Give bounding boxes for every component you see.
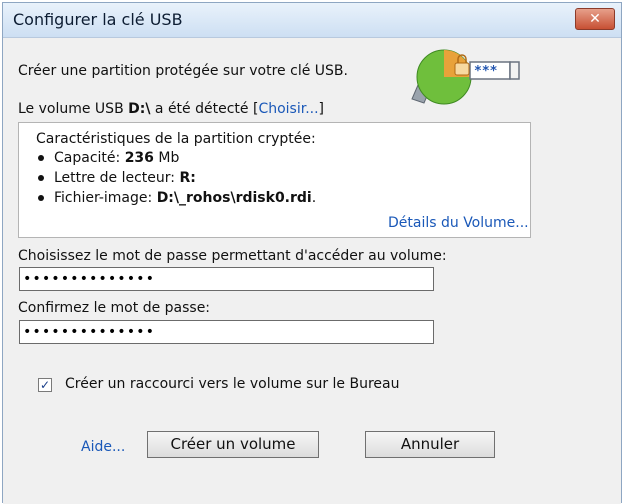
image-file-path: D:\_rohos\rdisk0.rdi bbox=[156, 190, 312, 206]
volume-details-link[interactable]: Détails du Volume... bbox=[388, 215, 529, 231]
drive-letter: D:\ bbox=[128, 101, 151, 117]
image-file-item: Fichier-image: D:\_rohos\rdisk0.rdi. bbox=[38, 190, 316, 206]
help-link[interactable]: Aide... bbox=[81, 439, 125, 455]
password-input[interactable]: •••••••••••••• bbox=[19, 267, 434, 291]
detected-volume-text: Le volume USB D:\ a été détecté [Choisir… bbox=[18, 101, 325, 117]
confirm-password-label: Confirmez le mot de passe: bbox=[18, 300, 211, 316]
password-stars: *** bbox=[474, 64, 498, 79]
drive-letter-value: R: bbox=[179, 170, 196, 186]
title-bar: Configurer la clé USB ✕ bbox=[3, 3, 621, 38]
intro-text: Créer une partition protégée sur votre c… bbox=[18, 63, 348, 79]
close-icon: ✕ bbox=[589, 11, 601, 27]
desktop-shortcut-label[interactable]: Créer un raccourci vers le volume sur le… bbox=[65, 376, 400, 392]
capacity-value: 236 bbox=[124, 150, 154, 166]
usb-lock-icon: *** bbox=[411, 49, 520, 105]
close-button[interactable]: ✕ bbox=[575, 8, 615, 30]
create-volume-button[interactable]: Créer un volume bbox=[147, 431, 319, 458]
properties-title: Caractéristiques de la partition cryptée… bbox=[36, 131, 316, 147]
cancel-button[interactable]: Annuler bbox=[365, 431, 495, 458]
capacity-item: Capacité: 236 Mb bbox=[38, 150, 179, 166]
window-title: Configurer la clé USB bbox=[13, 10, 183, 29]
check-icon: ✓ bbox=[39, 378, 51, 392]
drive-letter-item: Lettre de lecteur: R: bbox=[38, 170, 196, 186]
desktop-shortcut-checkbox[interactable]: ✓ bbox=[38, 378, 52, 392]
choose-link[interactable]: Choisir... bbox=[258, 101, 318, 117]
configure-usb-dialog: Configurer la clé USB ✕ Créer une partit… bbox=[2, 2, 622, 504]
password-label: Choisissez le mot de passe permettant d'… bbox=[18, 248, 447, 264]
confirm-password-input[interactable]: •••••••••••••• bbox=[19, 320, 434, 344]
